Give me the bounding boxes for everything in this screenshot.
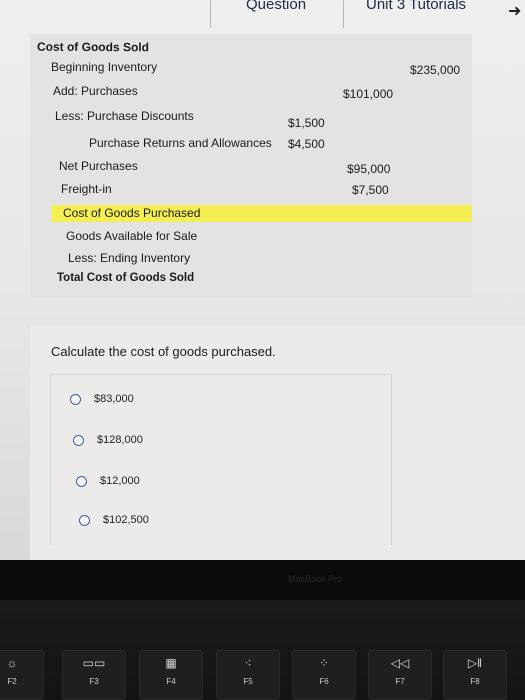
key-f4[interactable]: ▦ F4 xyxy=(139,650,203,700)
choice-3[interactable]: $12,000 xyxy=(76,475,140,487)
key-f3-label: F3 xyxy=(89,677,99,686)
choice-3-label: $12,000 xyxy=(100,475,140,487)
purchase-returns-amount: $4,500 xyxy=(288,137,325,151)
freight-in-amount: $7,500 xyxy=(352,183,389,197)
key-f2[interactable]: ☼ F2 xyxy=(0,650,44,700)
tab-question[interactable]: Question xyxy=(246,0,306,13)
ending-inventory-label: Less: Ending Inventory xyxy=(68,251,191,265)
key-f5-label: F5 xyxy=(243,677,253,686)
choice-4-label: $102,500 xyxy=(103,514,149,526)
purchases-amount: $101,000 xyxy=(343,87,394,101)
radio-button-icon[interactable] xyxy=(73,434,84,446)
radio-button-icon[interactable] xyxy=(79,514,90,526)
rewind-icon: ◁◁ xyxy=(390,656,410,670)
back-arrow-icon[interactable]: ➜ xyxy=(508,1,521,21)
key-f8-label: F8 xyxy=(470,677,480,686)
tab-divider xyxy=(210,0,211,28)
purchase-returns-label: Purchase Returns and Allowances xyxy=(89,136,272,150)
keyboard-light-down-icon: ⁖ xyxy=(244,656,252,670)
beginning-inventory-amount: $235,000 xyxy=(410,63,461,77)
total-cogs-label: Total Cost of Goods Sold xyxy=(57,272,195,284)
key-f2-label: F2 xyxy=(7,677,17,686)
choice-4[interactable]: $102,500 xyxy=(79,514,149,526)
key-f5[interactable]: ⁖ F5 xyxy=(216,650,280,700)
cost-of-goods-purchased-label: Cost of Goods Purchased xyxy=(63,206,201,220)
browser-screen: Question Unit 3 Tutorials ➜ Cost of Good… xyxy=(0,0,525,560)
key-f7[interactable]: ◁◁ F7 xyxy=(368,650,432,700)
beginning-inventory-label: Beginning Inventory xyxy=(51,60,158,74)
tab-divider xyxy=(343,0,344,28)
freight-in-label: Freight-in xyxy=(61,182,112,196)
choice-2[interactable]: $128,000 xyxy=(73,434,143,446)
cogs-title: Cost of Goods Sold xyxy=(36,39,150,55)
mission-control-icon: ▭▭ xyxy=(82,656,106,670)
brightness-up-icon: ☼ xyxy=(6,656,18,670)
choice-1-label: $83,000 xyxy=(94,393,134,405)
key-f3[interactable]: ▭▭ F3 xyxy=(62,650,126,700)
question-prompt: Calculate the cost of goods purchased. xyxy=(51,344,276,359)
key-f8[interactable]: ▷‖ F8 xyxy=(443,650,507,700)
key-f7-label: F7 xyxy=(395,677,405,686)
play-pause-icon: ▷‖ xyxy=(467,656,483,670)
key-f6[interactable]: ⁘ F6 xyxy=(292,650,356,700)
choice-2-label: $128,000 xyxy=(97,434,143,446)
purchases-label: Add: Purchases xyxy=(53,84,138,98)
radio-button-icon[interactable] xyxy=(76,475,87,487)
radio-button-icon[interactable] xyxy=(70,393,81,405)
purchase-discounts-label: Less: Purchase Discounts xyxy=(55,109,194,123)
tab-unit-3-tutorials[interactable]: Unit 3 Tutorials xyxy=(366,0,466,13)
key-f6-label: F6 xyxy=(319,677,329,686)
goods-available-label: Goods Available for Sale xyxy=(66,229,198,243)
key-f4-label: F4 xyxy=(166,677,176,686)
brand-mark: MacBook Pro xyxy=(288,574,343,584)
laptop-bezel xyxy=(0,560,525,600)
net-purchases-amount: $95,000 xyxy=(347,162,391,176)
top-nav-bar: Question Unit 3 Tutorials ➜ xyxy=(0,0,525,30)
launchpad-icon: ▦ xyxy=(165,656,177,670)
choice-1[interactable]: $83,000 xyxy=(70,393,134,405)
purchase-discounts-amount: $1,500 xyxy=(288,116,325,130)
net-purchases-label: Net Purchases xyxy=(59,159,138,173)
keyboard-light-up-icon: ⁘ xyxy=(318,656,330,670)
